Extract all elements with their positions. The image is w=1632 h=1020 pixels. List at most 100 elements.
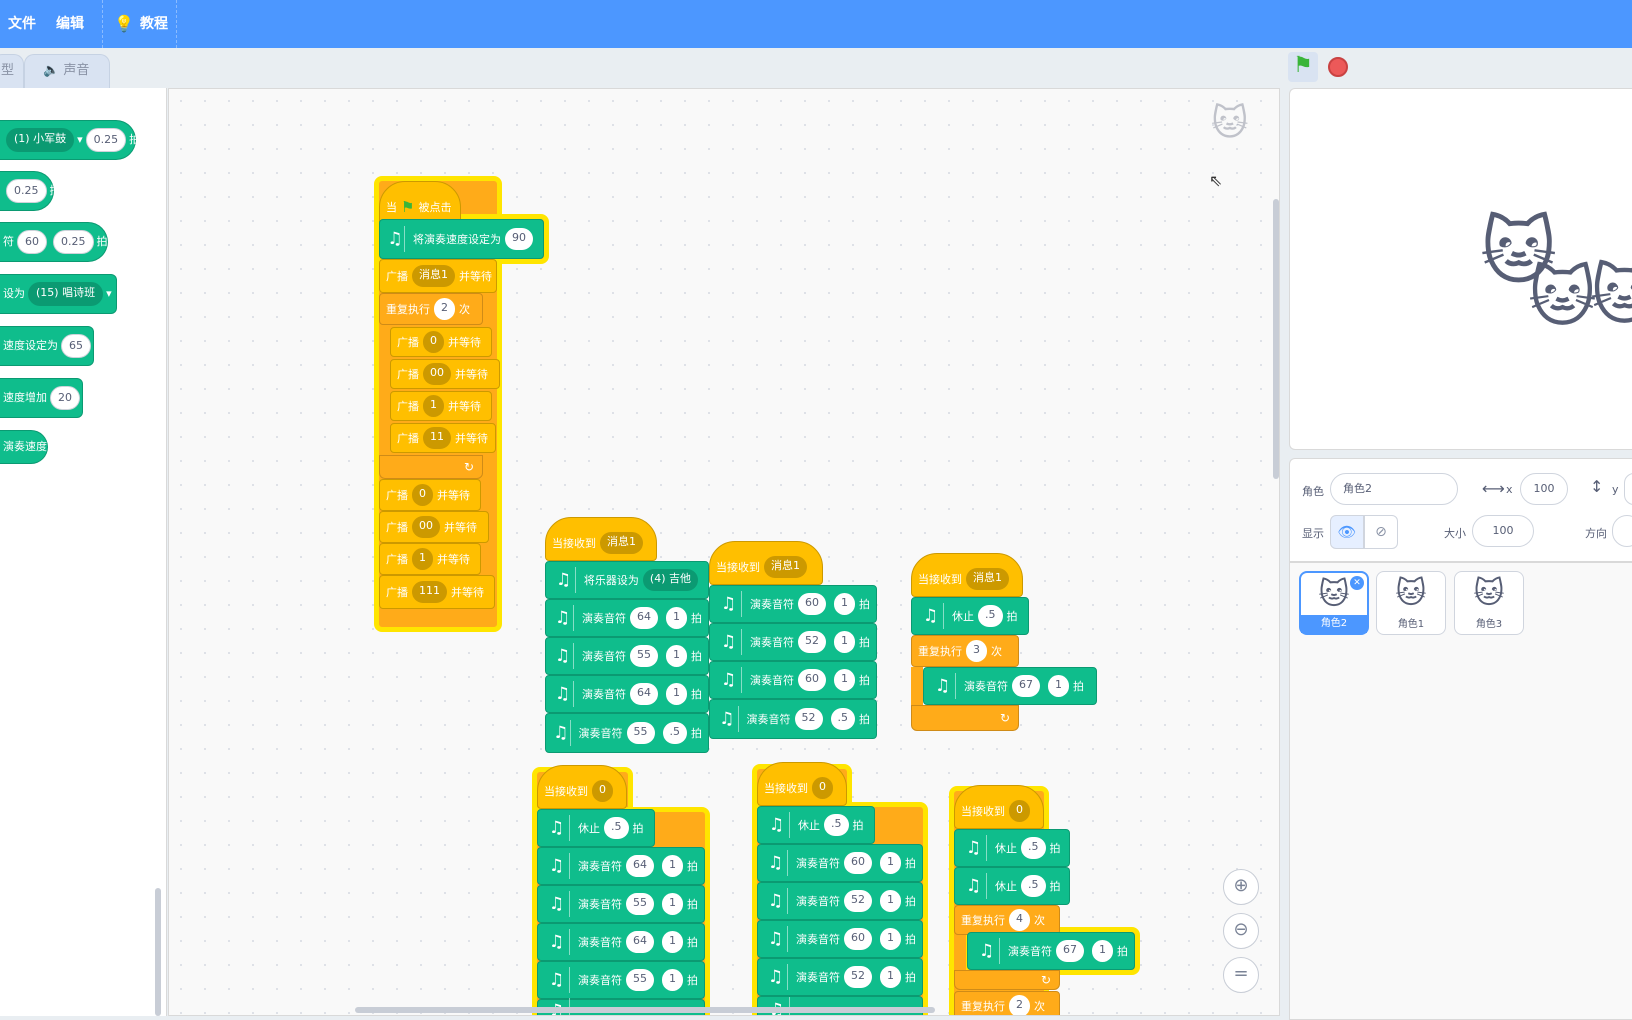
sprite-name-input[interactable]: 角色2 (1330, 473, 1458, 505)
play-note-block[interactable]: ♫ 演奏音符 64 1 拍 (537, 923, 705, 961)
when-receive-block[interactable]: 当接收到 消息1 (709, 541, 823, 585)
block-palette: (1) 小军鼓 ▾ 0.25 拍 0.25 拍 符 60 0.25 拍 设为 (15) 唱诗班 ▾… (0, 88, 167, 1016)
broadcast-and-wait-block[interactable]: 广播 00 并等待 (390, 359, 500, 389)
delete-sprite-icon[interactable]: ✕ (1350, 576, 1364, 590)
play-note-block[interactable]: ♫ 演奏音符 55.5 拍 (545, 713, 709, 753)
music-note-icon: ♫ (764, 812, 790, 838)
rest-block[interactable]: ♫ 休止 .5 拍 (911, 597, 1029, 635)
play-note-block[interactable]: ♫ 演奏音符 64 1 拍 (545, 599, 709, 637)
broadcast-and-wait-block[interactable]: 广播 11 并等待 (390, 423, 496, 453)
palette-block-rest[interactable]: 0.25 拍 (0, 171, 61, 211)
menu-tutorials[interactable]: 教程 (140, 0, 168, 48)
play-note-block[interactable]: ♫ 演奏音符 60 1 拍 (709, 585, 877, 623)
broadcast-and-wait-block[interactable]: 广播 消息1 并等待 (379, 259, 497, 293)
vertical-arrows-icon: ↕ (1590, 477, 1604, 496)
sprite-cat-icon: 🐱 (1473, 576, 1505, 611)
tab-sounds[interactable]: 🔈 声音 (24, 54, 110, 88)
broadcast-and-wait-block[interactable]: 广播 0 并等待 (390, 327, 492, 357)
palette-block-play-note[interactable]: 符 60 0.25 拍 (0, 222, 108, 262)
workspace-vertical-scrollbar[interactable] (1273, 199, 1279, 479)
play-note-block[interactable]: ♫ 演奏音符 52 1 拍 (757, 882, 923, 920)
repeat-block[interactable]: 重复执行 3 次 (911, 635, 1019, 667)
music-note-icon: ♫ (764, 964, 788, 990)
show-eye-icon[interactable]: 👁 (1330, 515, 1364, 549)
play-note-block[interactable]: ♫ 演奏音符 55 1 拍 (545, 637, 709, 675)
play-note-block[interactable]: ♫ 演奏音符 52.5 拍 (709, 699, 877, 739)
music-note-icon: ♫ (961, 835, 987, 861)
sprite-thumb[interactable]: 🐱 角色3 (1454, 571, 1524, 635)
broadcast-and-wait-block[interactable]: 广播 1 并等待 (379, 543, 481, 575)
size-input[interactable]: 100 (1472, 515, 1534, 547)
music-note-icon: ♫ (716, 591, 742, 617)
palette-scrollbar[interactable] (155, 888, 161, 1016)
broadcast-and-wait-block[interactable]: 广播 1 并等待 (390, 391, 492, 421)
sprite-thumb[interactable]: 🐱 ✕ 角色2 (1299, 571, 1369, 635)
play-note-block[interactable]: ♫ 演奏音符 52 1 拍 (709, 623, 877, 661)
music-note-icon: ♫ (544, 815, 570, 841)
x-input[interactable]: 100 (1520, 473, 1568, 505)
sprite-cat-icon: 🐱 (1590, 257, 1632, 334)
palette-block-change-tempo[interactable]: 速度增加 20 (0, 378, 83, 418)
music-note-icon: ♫ (552, 567, 576, 593)
play-note-block[interactable]: ♫ 演奏音符 67 1 拍 (967, 932, 1135, 970)
when-receive-block[interactable]: 当接收到 0 (757, 762, 847, 806)
rest-block[interactable]: ♫ 休止 .5 拍 (537, 809, 655, 847)
palette-block-drum[interactable]: (1) 小军鼓 ▾ 0.25 拍 (0, 120, 140, 160)
green-flag-icon[interactable]: ⚑ (1288, 52, 1318, 82)
play-note-block[interactable]: ♫ 演奏音符 64 1 拍 (545, 675, 709, 713)
rest-block[interactable]: ♫ 休止 .5 拍 (954, 867, 1070, 905)
show-label: 显示 (1302, 527, 1324, 540)
when-receive-block[interactable]: 当接收到 0 (537, 765, 627, 809)
lightbulb-icon[interactable]: 💡 (114, 0, 134, 48)
music-note-icon: ♫ (974, 938, 1000, 964)
zoom-reset-button[interactable]: = (1223, 957, 1259, 993)
sprite-thumb[interactable]: 🐱 角色1 (1376, 571, 1446, 635)
script-workspace[interactable]: 🐱 ⇖ 当 ⚑ 被点击 ♫ 将演奏速度设定为 90 广播 消息1 并等待 重复执行 2 次 广播… (168, 88, 1280, 1016)
stage[interactable]: 🐱 🐱 🐱 (1289, 88, 1632, 450)
play-note-block[interactable]: ♫ (757, 996, 923, 1015)
hide-eye-icon[interactable]: ⊘ (1364, 515, 1398, 549)
palette-block-tempo-reporter[interactable]: 演奏速度 (0, 430, 48, 464)
y-label: y (1612, 483, 1619, 496)
play-note-block[interactable]: ♫ 演奏音符 55 1 拍 (537, 885, 705, 923)
repeat-end: ↻ (379, 455, 483, 479)
rest-block[interactable]: ♫ 休止 .5 拍 (954, 829, 1070, 867)
music-note-icon: ♫ (716, 667, 742, 693)
play-note-block[interactable]: ♫ 演奏音符 60 1 拍 (757, 920, 923, 958)
menu-edit[interactable]: 编辑 (56, 0, 84, 48)
when-receive-block[interactable]: 当接收到 消息1 (545, 517, 657, 561)
broadcast-and-wait-block[interactable]: 广播 111 并等待 (379, 575, 495, 609)
palette-block-set-instrument[interactable]: 设为 (15) 唱诗班 ▾ (0, 274, 117, 314)
play-note-block[interactable]: ♫ 演奏音符 60 1 拍 (757, 844, 923, 882)
repeat-block[interactable]: 重复执行 2 次 (379, 293, 483, 325)
horizontal-arrows-icon: ⟷ (1482, 479, 1505, 498)
zoom-out-button[interactable]: ⊖ (1223, 913, 1259, 949)
play-note-block[interactable]: ♫ 演奏音符 52 1 拍 (757, 958, 923, 996)
y-input[interactable] (1624, 473, 1632, 505)
when-receive-block[interactable]: 当接收到 0 (954, 785, 1044, 829)
menu-file[interactable]: 文件 (8, 0, 36, 48)
stop-icon[interactable] (1328, 57, 1348, 77)
set-instrument-block[interactable]: ♫ 将乐器设为 (4) 吉他 (545, 561, 709, 599)
play-note-block[interactable]: ♫ 演奏音符 64 1 拍 (537, 847, 705, 885)
music-note-icon: ♫ (552, 643, 574, 669)
when-receive-block[interactable]: 当接收到 消息1 (911, 553, 1023, 597)
music-note-icon: ♫ (764, 926, 788, 952)
play-note-block[interactable]: ♫ 演奏音符 55 1 拍 (537, 961, 705, 999)
play-note-block[interactable]: ♫ 演奏音符 67 1 拍 (923, 667, 1097, 705)
workspace-horizontal-scrollbar[interactable] (355, 1007, 935, 1013)
rest-block[interactable]: ♫ 休止 .5 拍 (757, 806, 875, 844)
repeat-block[interactable]: 重复执行 2 次 (954, 991, 1060, 1015)
play-note-block[interactable]: ♫ 演奏音符 60 1 拍 (709, 661, 877, 699)
broadcast-and-wait-block[interactable]: 广播 0 并等待 (379, 479, 481, 511)
sprite-name-label: 角色 (1302, 485, 1324, 498)
broadcast-and-wait-block[interactable]: 广播 00 并等待 (379, 511, 489, 543)
direction-input[interactable] (1612, 515, 1632, 547)
loop-arrow-icon: ↻ (999, 711, 1010, 725)
repeat-arm (911, 667, 923, 709)
set-tempo-block[interactable]: ♫ 将演奏速度设定为 90 (379, 219, 544, 259)
palette-block-set-tempo[interactable]: 速度设定为 65 (0, 326, 94, 366)
repeat-block[interactable]: 重复执行 4 次 (954, 905, 1060, 935)
tab-costumes[interactable]: 型 (0, 54, 24, 88)
zoom-in-button[interactable]: ⊕ (1223, 869, 1259, 905)
